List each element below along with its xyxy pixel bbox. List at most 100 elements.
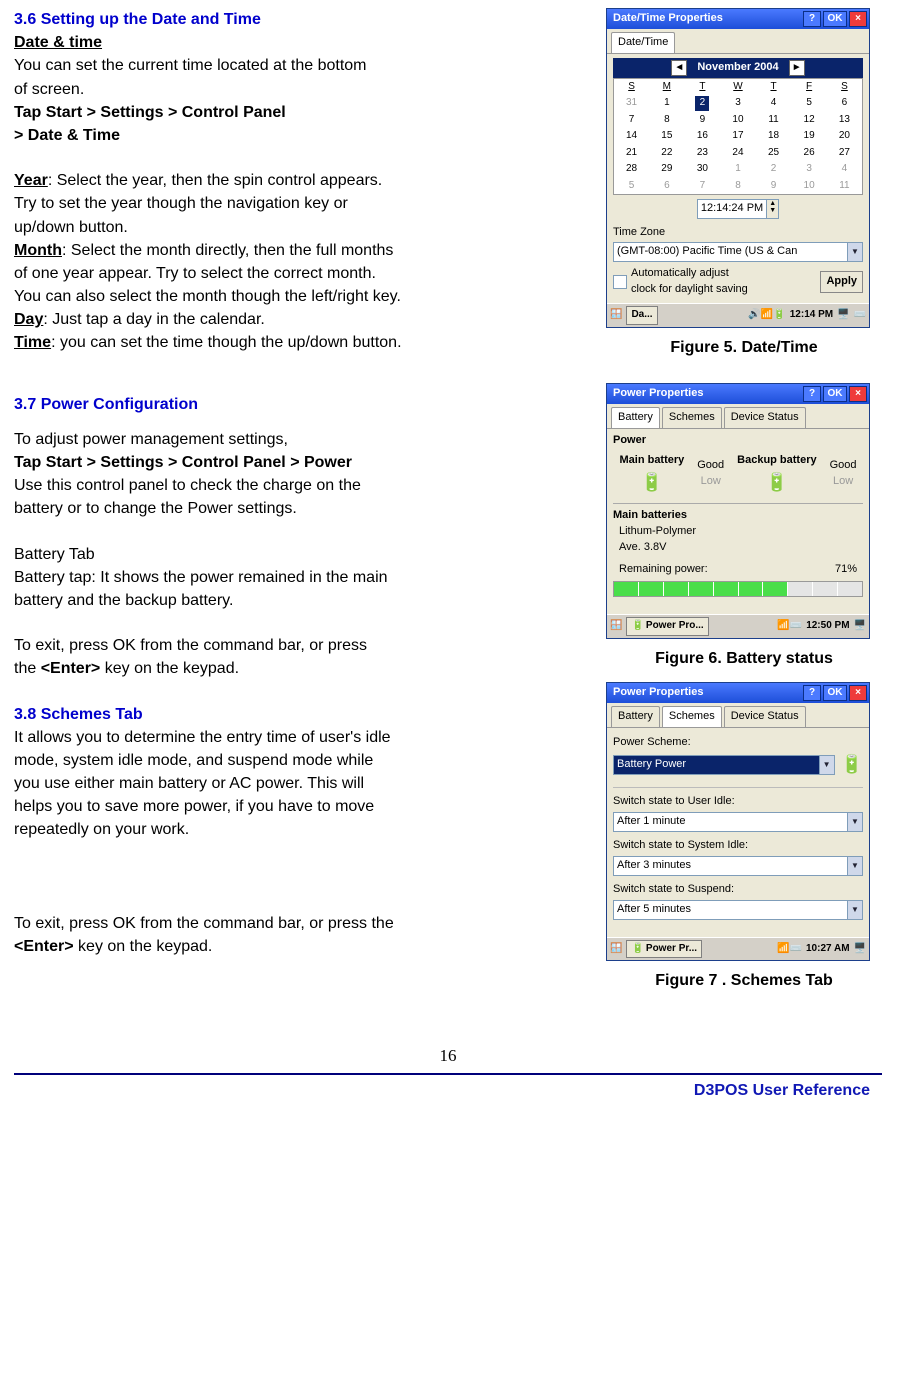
battery-bar xyxy=(613,581,863,597)
help-button[interactable]: ? xyxy=(803,386,821,402)
cal-day[interactable]: 5 xyxy=(614,178,650,195)
cal-day[interactable]: 28 xyxy=(614,161,650,178)
cal-day[interactable]: 22 xyxy=(649,145,685,162)
close-button[interactable]: × xyxy=(849,11,867,27)
close-button[interactable]: × xyxy=(849,386,867,402)
cal-day-header: T xyxy=(685,78,721,95)
desktop-icon[interactable]: 🖥️ xyxy=(837,308,849,323)
cal-day[interactable]: 29 xyxy=(649,161,685,178)
exit2-1b: key on the keypad. xyxy=(74,938,213,955)
cal-day[interactable]: 25 xyxy=(756,145,792,162)
cal-day[interactable]: 12 xyxy=(791,112,827,129)
tray-icons: 📶⌨️ xyxy=(777,942,802,957)
calendar-month-label: November 2004 xyxy=(697,60,778,76)
datetime-desc-1: You can set the current time located at … xyxy=(14,54,592,77)
next-month-button[interactable]: ► xyxy=(789,60,805,76)
time-input[interactable]: 12:14:24 PM xyxy=(697,199,767,219)
help-button[interactable]: ? xyxy=(803,11,821,27)
cal-day[interactable]: 30 xyxy=(685,161,721,178)
tab-device-status[interactable]: Device Status xyxy=(724,407,806,428)
cal-day[interactable]: 1 xyxy=(649,95,685,112)
cal-day[interactable]: 1 xyxy=(720,161,756,178)
ok-button[interactable]: OK xyxy=(823,685,847,701)
cal-day[interactable]: 10 xyxy=(720,112,756,129)
suspend-select[interactable]: After 5 minutes ▼ xyxy=(613,900,863,920)
cal-day[interactable]: 26 xyxy=(791,145,827,162)
cal-day[interactable]: 8 xyxy=(649,112,685,129)
tab-datetime[interactable]: Date/Time xyxy=(611,32,675,53)
month-rest: : Select the month directly, then the fu… xyxy=(62,242,393,259)
dst-label-1: Automatically adjust xyxy=(631,266,816,282)
tab-battery[interactable]: Battery xyxy=(611,706,660,727)
cal-day[interactable]: 14 xyxy=(614,128,650,145)
ok-button[interactable]: OK xyxy=(823,11,847,27)
scheme-p2: mode, system idle mode, and suspend mode… xyxy=(14,749,592,772)
cal-day[interactable]: 16 xyxy=(685,128,721,145)
cal-day[interactable]: 21 xyxy=(614,145,650,162)
calendar[interactable]: SMTWTFS311234567891011121314151617181920… xyxy=(613,78,863,196)
cal-day[interactable]: 10 xyxy=(791,178,827,195)
cal-day[interactable]: 3 xyxy=(720,95,756,112)
cal-day[interactable]: 7 xyxy=(614,112,650,129)
section-3-6-title: 3.6 Setting up the Date and Time xyxy=(14,8,592,31)
system-idle-select[interactable]: After 3 minutes ▼ xyxy=(613,856,863,876)
battery-icon: 🔋 xyxy=(737,469,816,495)
cal-day[interactable]: 2 xyxy=(685,95,721,112)
ok-button[interactable]: OK xyxy=(823,386,847,402)
sip-icon[interactable]: ⌨️ xyxy=(854,308,866,323)
tab-schemes[interactable]: Schemes xyxy=(662,407,722,428)
cal-day[interactable]: 6 xyxy=(827,95,863,112)
desktop-icon[interactable]: 🖥️ xyxy=(854,942,866,957)
time-spinner[interactable]: ▲▼ xyxy=(767,199,779,219)
desktop-icon[interactable]: 🖥️ xyxy=(854,619,866,634)
start-flag-icon[interactable]: 🪟 xyxy=(610,619,622,634)
start-flag-icon[interactable]: 🪟 xyxy=(610,308,622,323)
timezone-select[interactable]: (GMT-08:00) Pacific Time (US & Can ▼ xyxy=(613,242,863,262)
cal-day[interactable]: 4 xyxy=(756,95,792,112)
tab-battery[interactable]: Battery xyxy=(611,407,660,428)
cal-day[interactable]: 5 xyxy=(791,95,827,112)
prev-month-button[interactable]: ◄ xyxy=(671,60,687,76)
cal-day[interactable]: 9 xyxy=(756,178,792,195)
power-scheme-select[interactable]: Battery Power ▼ xyxy=(613,755,835,775)
taskbar-app[interactable]: Da... xyxy=(626,306,657,325)
cal-day[interactable]: 7 xyxy=(685,178,721,195)
battab-p1b: battery and the backup battery. xyxy=(14,589,592,612)
suspend-label: Switch state to Suspend: xyxy=(613,882,863,898)
cal-day[interactable]: 24 xyxy=(720,145,756,162)
cal-day[interactable]: 31 xyxy=(614,95,650,112)
main-battery-label: Main battery xyxy=(619,453,684,469)
taskbar-app[interactable]: 🔋Power Pro... xyxy=(626,617,708,636)
cal-day[interactable]: 11 xyxy=(827,178,863,195)
system-idle-value: After 3 minutes xyxy=(614,857,847,875)
cal-day[interactable]: 3 xyxy=(791,161,827,178)
cal-day[interactable]: 23 xyxy=(685,145,721,162)
cal-day[interactable]: 4 xyxy=(827,161,863,178)
cal-day[interactable]: 19 xyxy=(791,128,827,145)
cal-day[interactable]: 6 xyxy=(649,178,685,195)
cal-day[interactable]: 8 xyxy=(720,178,756,195)
tab-device-status[interactable]: Device Status xyxy=(724,706,806,727)
start-flag-icon[interactable]: 🪟 xyxy=(610,942,622,957)
cal-day[interactable]: 17 xyxy=(720,128,756,145)
cal-day[interactable]: 27 xyxy=(827,145,863,162)
taskbar-app[interactable]: 🔋Power Pr... xyxy=(626,940,702,959)
backup-battery-label: Backup battery xyxy=(737,453,816,469)
cal-day[interactable]: 11 xyxy=(756,112,792,129)
dst-checkbox[interactable] xyxy=(613,275,627,289)
user-idle-select[interactable]: After 1 minute ▼ xyxy=(613,812,863,832)
cal-day[interactable]: 15 xyxy=(649,128,685,145)
help-button[interactable]: ? xyxy=(803,685,821,701)
cal-day[interactable]: 9 xyxy=(685,112,721,129)
apply-button[interactable]: Apply xyxy=(820,271,863,293)
suspend-value: After 5 minutes xyxy=(614,901,847,919)
taskbar-clock: 10:27 AM xyxy=(806,942,850,957)
tab-schemes[interactable]: Schemes xyxy=(662,706,722,727)
datetime-desc-2: of screen. xyxy=(14,78,592,101)
cal-day[interactable]: 20 xyxy=(827,128,863,145)
figure-5: Date/Time Properties ? OK × Date/Time ◄ … xyxy=(606,8,882,359)
cal-day[interactable]: 18 xyxy=(756,128,792,145)
close-button[interactable]: × xyxy=(849,685,867,701)
cal-day[interactable]: 13 xyxy=(827,112,863,129)
cal-day[interactable]: 2 xyxy=(756,161,792,178)
